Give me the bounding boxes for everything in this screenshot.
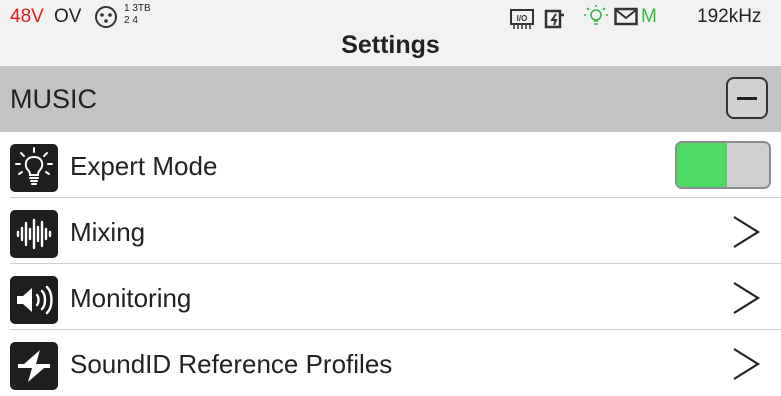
svg-text:I/O: I/O bbox=[517, 14, 528, 23]
channels-bottom-label: 2 4 bbox=[124, 15, 138, 26]
chevron-right-icon bbox=[728, 278, 764, 323]
phantom-power-indicator: 48V bbox=[10, 6, 44, 27]
row-label: Mixing bbox=[70, 217, 146, 247]
list-item-expert-mode[interactable]: Expert Mode bbox=[0, 132, 781, 198]
chevron-right-icon bbox=[728, 344, 764, 389]
toggle-on-segment bbox=[677, 143, 727, 187]
row-label: Expert Mode bbox=[70, 151, 218, 181]
chevron-right-icon bbox=[728, 212, 764, 257]
channels-top-label: 1 3TB bbox=[124, 3, 151, 14]
section-title: MUSIC bbox=[10, 84, 97, 114]
list-item-mixing[interactable]: Mixing bbox=[0, 198, 781, 264]
speaker-icon bbox=[10, 276, 58, 324]
soundid-icon bbox=[10, 342, 58, 390]
status-bar: 48V OV 1 3TB 2 4 I/O M 192kHz Settings bbox=[0, 0, 781, 66]
list-item-monitoring[interactable]: Monitoring bbox=[0, 264, 781, 330]
lightbulb-icon bbox=[10, 144, 58, 192]
list-item-soundid-reference-profiles[interactable]: SoundID Reference Profiles bbox=[0, 330, 781, 396]
waveform-icon bbox=[10, 210, 58, 258]
overload-indicator: OV bbox=[54, 6, 82, 27]
collapse-section-button[interactable] bbox=[726, 77, 768, 119]
row-label: Monitoring bbox=[70, 283, 192, 313]
section-header-music: MUSIC bbox=[0, 66, 781, 132]
page-title: Settings bbox=[341, 31, 440, 59]
sample-rate-indicator: 192kHz bbox=[697, 6, 762, 27]
row-label: SoundID Reference Profiles bbox=[70, 349, 393, 379]
expert-mode-toggle[interactable] bbox=[675, 141, 771, 189]
mode-indicator: M bbox=[641, 6, 657, 27]
